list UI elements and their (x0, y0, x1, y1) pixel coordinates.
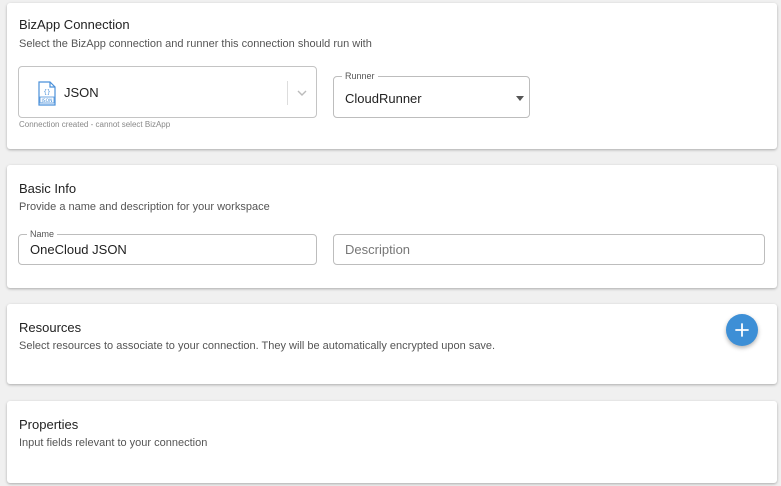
resources-subtitle: Select resources to associate to your co… (19, 340, 496, 352)
properties-title: Properties (19, 417, 79, 432)
plus-icon (735, 323, 749, 337)
runner-label: Runner (342, 70, 378, 82)
bizapp-card-subtitle: Select the BizApp connection and runner … (19, 38, 372, 50)
svg-text:{}: {} (43, 89, 50, 96)
basic-info-subtitle: Provide a name and description for your … (19, 201, 270, 213)
basic-info-title: Basic Info (19, 181, 77, 196)
runner-value: CloudRunner (345, 91, 422, 106)
runner-select[interactable]: Runner CloudRunner (333, 70, 530, 118)
chevron-down-icon[interactable] (295, 86, 309, 100)
bizapp-select[interactable]: {} JSON JSON (18, 66, 317, 118)
add-resource-button[interactable] (726, 314, 758, 346)
basic-info-card: Basic Info Provide a name and descriptio… (7, 165, 777, 288)
name-label: Name (27, 228, 58, 240)
description-field[interactable]: Description (333, 234, 765, 265)
name-field[interactable]: Name OneCloud JSON (18, 228, 317, 265)
name-input-value: OneCloud JSON (30, 242, 127, 257)
properties-card: Properties Input fields relevant to your… (7, 401, 777, 483)
bizapp-selected-value: JSON (64, 85, 99, 100)
bizapp-card-title: BizApp Connection (19, 17, 130, 32)
bizapp-connection-card: BizApp Connection Select the BizApp conn… (7, 3, 777, 149)
description-placeholder: Description (345, 242, 411, 257)
json-file-icon: {} JSON (38, 81, 56, 106)
caret-down-icon[interactable] (516, 96, 524, 101)
svg-text:JSON: JSON (40, 98, 52, 104)
properties-subtitle: Input fields relevant to your connection (19, 437, 208, 449)
resources-card: Resources Select resources to associate … (7, 304, 777, 384)
select-separator (287, 81, 288, 105)
bizapp-helper-text: Connection created - cannot select BizAp… (19, 120, 171, 129)
resources-title: Resources (19, 320, 82, 335)
